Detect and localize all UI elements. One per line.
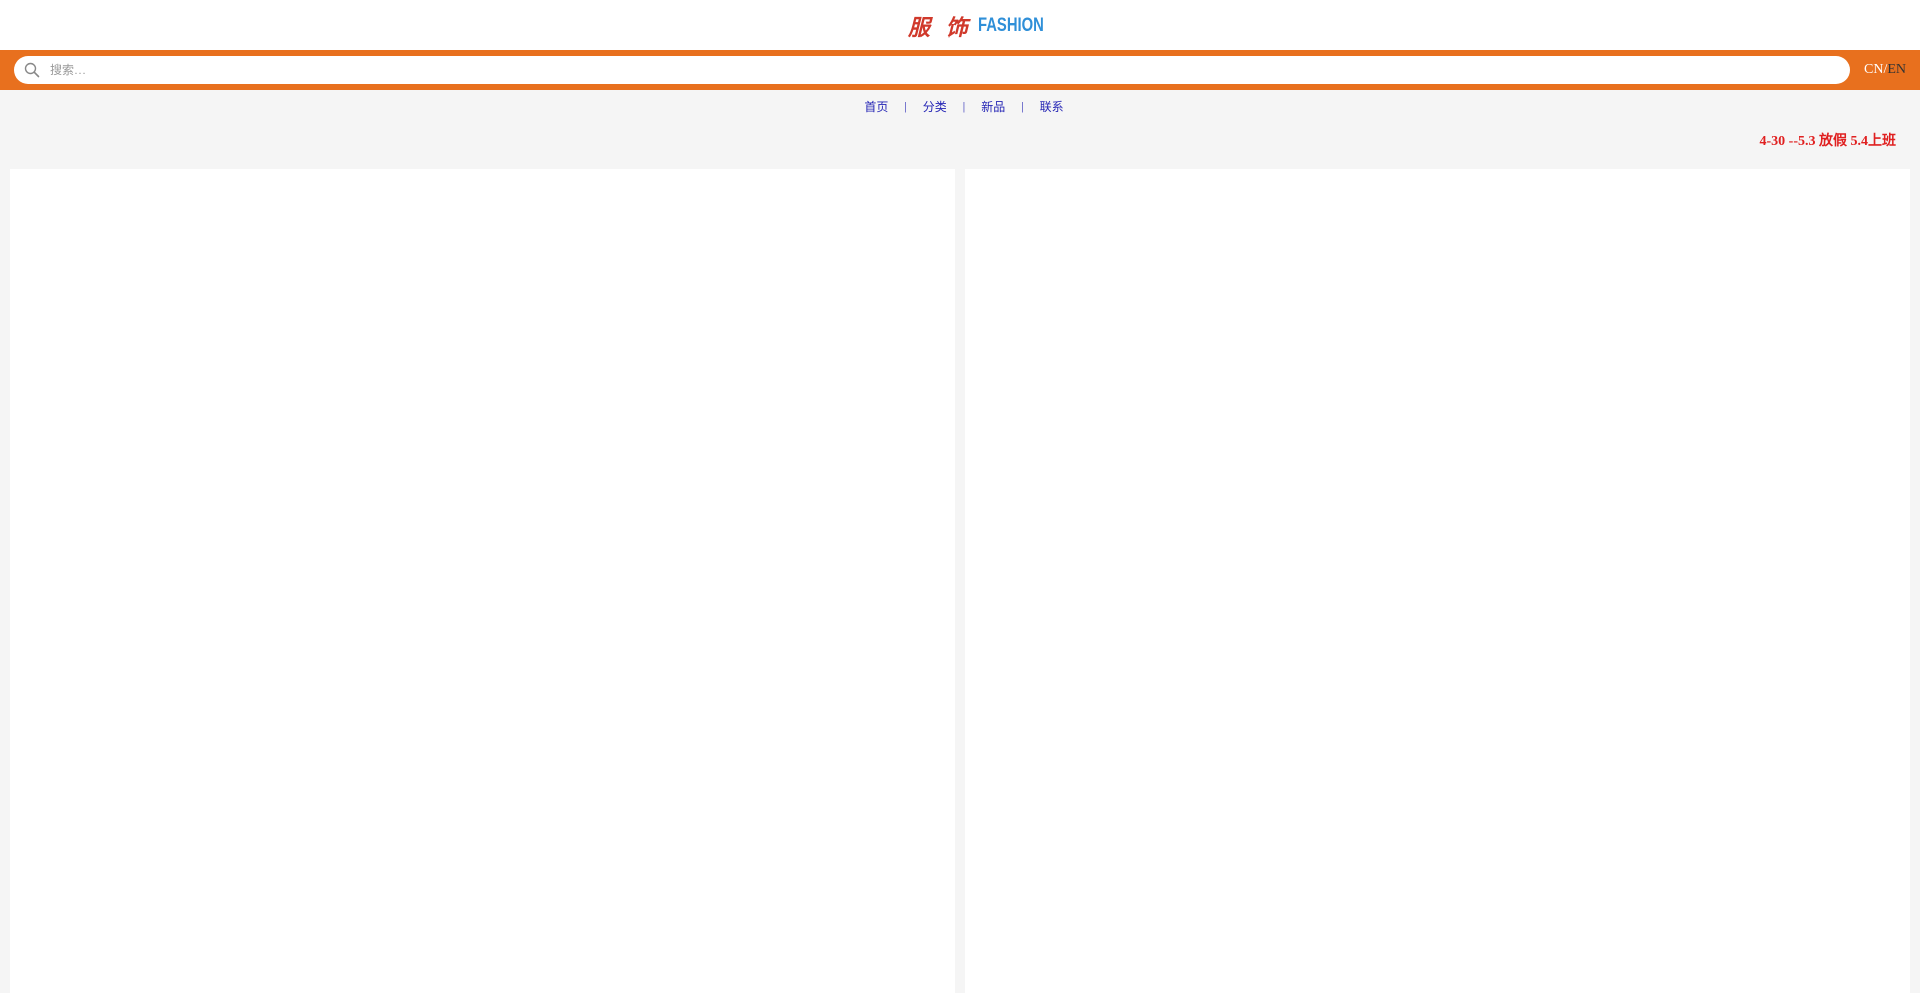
holiday-notice: 4-30 --5.3 放假 5.4上班 xyxy=(1759,134,1897,149)
logo-en-text: FASHION xyxy=(977,15,1044,36)
nav-divider: | xyxy=(1021,99,1024,113)
search-box[interactable] xyxy=(14,56,1850,84)
language-switcher: CN/EN xyxy=(1864,61,1906,79)
nav-item-3[interactable]: 新品 xyxy=(973,98,1013,115)
content-panel-left xyxy=(10,169,955,993)
nav-item-1[interactable]: 首页 xyxy=(856,98,896,115)
nav-divider: | xyxy=(904,99,907,113)
nav-item-2[interactable]: 分类 xyxy=(915,98,955,115)
content-panel-right xyxy=(965,169,1910,993)
main-nav: 首页 | 分类 | 新品 | 联系 xyxy=(0,98,1920,120)
search-input[interactable] xyxy=(48,57,1832,83)
language-cn-link[interactable]: CN xyxy=(1864,62,1883,77)
language-en-link[interactable]: EN xyxy=(1887,62,1906,77)
site-logo[interactable]: 服 饰 FASHION xyxy=(908,11,1062,41)
top-header: 服 饰 FASHION xyxy=(0,0,1920,50)
logo-cn-text: 服 饰 xyxy=(908,15,972,41)
search-bar: CN/EN xyxy=(0,50,1920,90)
nav-item-4[interactable]: 联系 xyxy=(1032,98,1072,115)
nav-divider: | xyxy=(962,99,966,113)
search-icon[interactable] xyxy=(24,62,40,78)
